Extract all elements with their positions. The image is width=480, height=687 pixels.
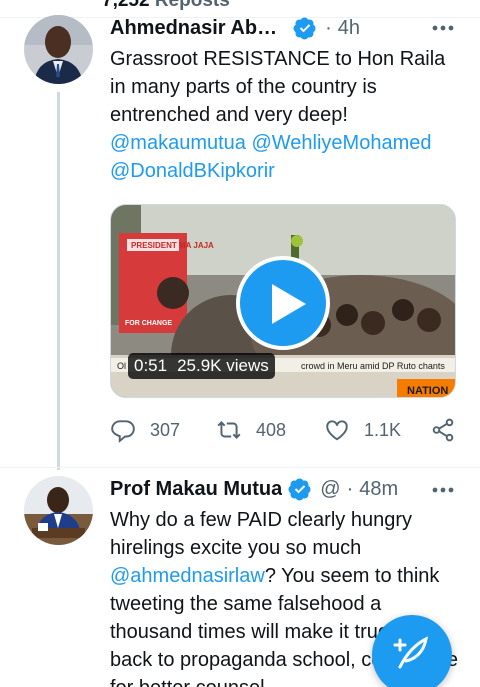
tweet-ahmednasir[interactable]: Ahmednasir Abdulla… · 4h Grassroot RESIS… xyxy=(0,0,480,470)
news-caption-prefix: Ol xyxy=(117,361,126,371)
reply-count: 307 xyxy=(150,419,181,440)
mention-link[interactable]: @WehliyeMohamed xyxy=(251,132,431,154)
avatar[interactable] xyxy=(24,15,93,84)
tweet-header: Prof Makau Mutua @ · 48m xyxy=(110,474,410,504)
repost-icon xyxy=(217,421,241,439)
tweet-text: Grassroot RESISTANCE to Hon Raila in man… xyxy=(110,45,460,185)
news-caption: crowd in Meru amid DP Ruto chants xyxy=(301,361,445,371)
like-button[interactable]: 1.1K xyxy=(324,412,401,448)
nation-badge: NATION xyxy=(407,385,448,397)
share-icon xyxy=(432,418,454,442)
reply-button[interactable]: 307 xyxy=(110,412,180,448)
separator: · xyxy=(346,477,354,500)
verified-badge-icon xyxy=(288,478,311,501)
mention-link[interactable]: @DonaldBKipkorir xyxy=(110,160,275,182)
more-icon[interactable] xyxy=(432,486,454,494)
like-icon xyxy=(326,420,348,441)
tweet-text-content: Why do a few PAID clearly hungry hirelin… xyxy=(110,509,412,559)
timestamp[interactable]: 4h xyxy=(338,17,360,40)
compose-icon xyxy=(393,636,428,669)
video-views: 25.9K views xyxy=(177,356,269,375)
play-button[interactable] xyxy=(236,256,330,350)
poster-line: PRESIDENT MA JAJA xyxy=(131,241,214,250)
tweet-header: Ahmednasir Abdulla… · 4h xyxy=(110,13,360,43)
separator: · xyxy=(325,16,332,39)
repost-button[interactable]: 408 xyxy=(216,412,286,448)
tweet-actions: 307 408 1.1K xyxy=(110,412,460,448)
timestamp[interactable]: 48m xyxy=(359,478,398,501)
author-name[interactable]: Ahmednasir Abdulla… xyxy=(110,17,287,40)
author-name[interactable]: Prof Makau Mutua xyxy=(110,478,282,501)
more-icon[interactable] xyxy=(432,24,454,32)
thread-line xyxy=(57,92,60,470)
poster-line: FOR CHANGE xyxy=(125,320,172,327)
video-duration: 0:51 xyxy=(134,356,168,375)
handle[interactable]: @ xyxy=(320,478,340,501)
compose-button[interactable] xyxy=(372,615,452,687)
tweet-text-content: Grassroot RESISTANCE to Hon Raila in man… xyxy=(110,48,446,126)
share-button[interactable] xyxy=(430,412,456,448)
mention-link[interactable]: @makaumutua xyxy=(110,132,246,154)
repost-count: 408 xyxy=(256,419,287,440)
video-info-pill: 0:51 25.9K views xyxy=(128,353,275,379)
like-count: 1.1K xyxy=(364,419,402,440)
reply-icon xyxy=(111,420,135,443)
mention-link[interactable]: @ahmednasirlaw xyxy=(110,565,265,587)
verified-badge-icon xyxy=(293,17,316,40)
avatar[interactable] xyxy=(24,476,93,545)
play-icon xyxy=(272,284,306,324)
